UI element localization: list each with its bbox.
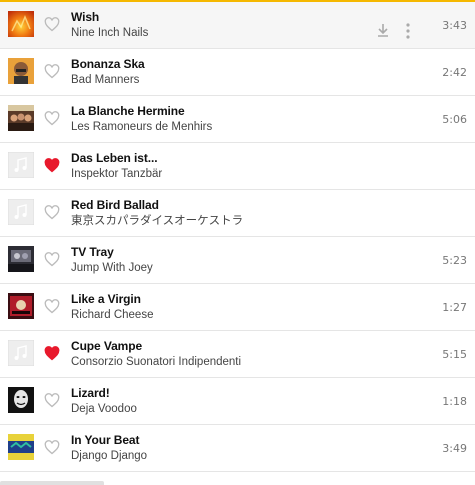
track-duration: 3:43 bbox=[442, 19, 467, 32]
track-artist[interactable]: Deja Voodoo bbox=[71, 402, 385, 417]
track-artist[interactable]: Consorzio Suonatori Indipendenti bbox=[71, 355, 385, 370]
track-title: Like a Virgin bbox=[71, 292, 141, 306]
album-art bbox=[8, 387, 34, 413]
heart-filled-icon[interactable] bbox=[44, 158, 60, 173]
album-art bbox=[8, 58, 34, 84]
track-row[interactable]: La Blanche Hermine Les Ramoneurs de Menh… bbox=[0, 96, 475, 143]
track-row[interactable]: Like a Virgin Richard Cheese 1:27 bbox=[0, 284, 475, 331]
track-duration: 5:06 bbox=[442, 113, 467, 126]
track-title: Das Leben ist... bbox=[71, 151, 158, 165]
heart-icon[interactable] bbox=[44, 440, 60, 455]
track-duration: 5:15 bbox=[442, 348, 467, 361]
heart-icon[interactable] bbox=[44, 299, 60, 314]
track-artist[interactable]: Bad Manners bbox=[71, 73, 385, 88]
track-artist[interactable]: Les Ramoneurs de Menhirs bbox=[71, 120, 385, 135]
track-row[interactable]: Bonanza Ska Bad Manners 2:42 bbox=[0, 49, 475, 96]
album-art bbox=[8, 246, 34, 272]
track-title: Cupe Vampe bbox=[71, 339, 143, 353]
track-title: Bonanza Ska bbox=[71, 57, 145, 71]
heart-icon[interactable] bbox=[44, 111, 60, 126]
track-title: Red Bird Ballad bbox=[71, 198, 159, 212]
track-artist[interactable]: Inspektor Tanzbär bbox=[71, 167, 385, 182]
heart-icon[interactable] bbox=[44, 252, 60, 267]
track-duration: 5:23 bbox=[442, 254, 467, 267]
track-artist[interactable]: Richard Cheese bbox=[71, 308, 385, 323]
heart-icon[interactable] bbox=[44, 64, 60, 79]
album-art bbox=[8, 293, 34, 319]
track-title: La Blanche Hermine bbox=[71, 104, 185, 118]
heart-icon[interactable] bbox=[44, 393, 60, 408]
track-list: Wish Nine Inch Nails 3:43 Bonanza Ska Ba… bbox=[0, 2, 475, 472]
album-art-placeholder bbox=[8, 152, 34, 178]
track-artist[interactable]: Nine Inch Nails bbox=[71, 26, 385, 41]
track-title: TV Tray bbox=[71, 245, 114, 259]
track-row[interactable]: TV Tray Jump With Joey 5:23 bbox=[0, 237, 475, 284]
track-duration: 3:49 bbox=[442, 442, 467, 455]
track-row[interactable]: Wish Nine Inch Nails 3:43 bbox=[0, 2, 475, 49]
album-art-placeholder bbox=[8, 199, 34, 225]
track-duration: 2:42 bbox=[442, 66, 467, 79]
album-art bbox=[8, 434, 34, 460]
track-row[interactable]: Cupe Vampe Consorzio Suonatori Indipende… bbox=[0, 331, 475, 378]
track-title: Wish bbox=[71, 10, 100, 24]
album-art-placeholder bbox=[8, 340, 34, 366]
track-row[interactable]: Das Leben ist... Inspektor Tanzbär bbox=[0, 143, 475, 190]
track-artist[interactable]: 東京スカパラダイスオーケストラ bbox=[71, 214, 385, 229]
track-title: Lizard! bbox=[71, 386, 110, 400]
heart-icon[interactable] bbox=[44, 205, 60, 220]
download-icon[interactable] bbox=[376, 23, 390, 37]
track-title: In Your Beat bbox=[71, 433, 140, 447]
album-art bbox=[8, 11, 34, 37]
track-duration: 1:27 bbox=[442, 301, 467, 314]
track-artist[interactable]: Django Django bbox=[71, 449, 385, 464]
heart-icon[interactable] bbox=[44, 17, 60, 32]
track-row[interactable]: Lizard! Deja Voodoo 1:18 bbox=[0, 378, 475, 425]
more-vertical-icon[interactable] bbox=[405, 23, 411, 39]
heart-filled-icon[interactable] bbox=[44, 346, 60, 361]
track-row[interactable]: Red Bird Ballad 東京スカパラダイスオーケストラ bbox=[0, 190, 475, 237]
track-row[interactable]: In Your Beat Django Django 3:49 bbox=[0, 425, 475, 472]
track-artist[interactable]: Jump With Joey bbox=[71, 261, 385, 276]
track-duration: 1:18 bbox=[442, 395, 467, 408]
album-art bbox=[8, 105, 34, 131]
horizontal-scrollbar[interactable] bbox=[0, 481, 104, 485]
